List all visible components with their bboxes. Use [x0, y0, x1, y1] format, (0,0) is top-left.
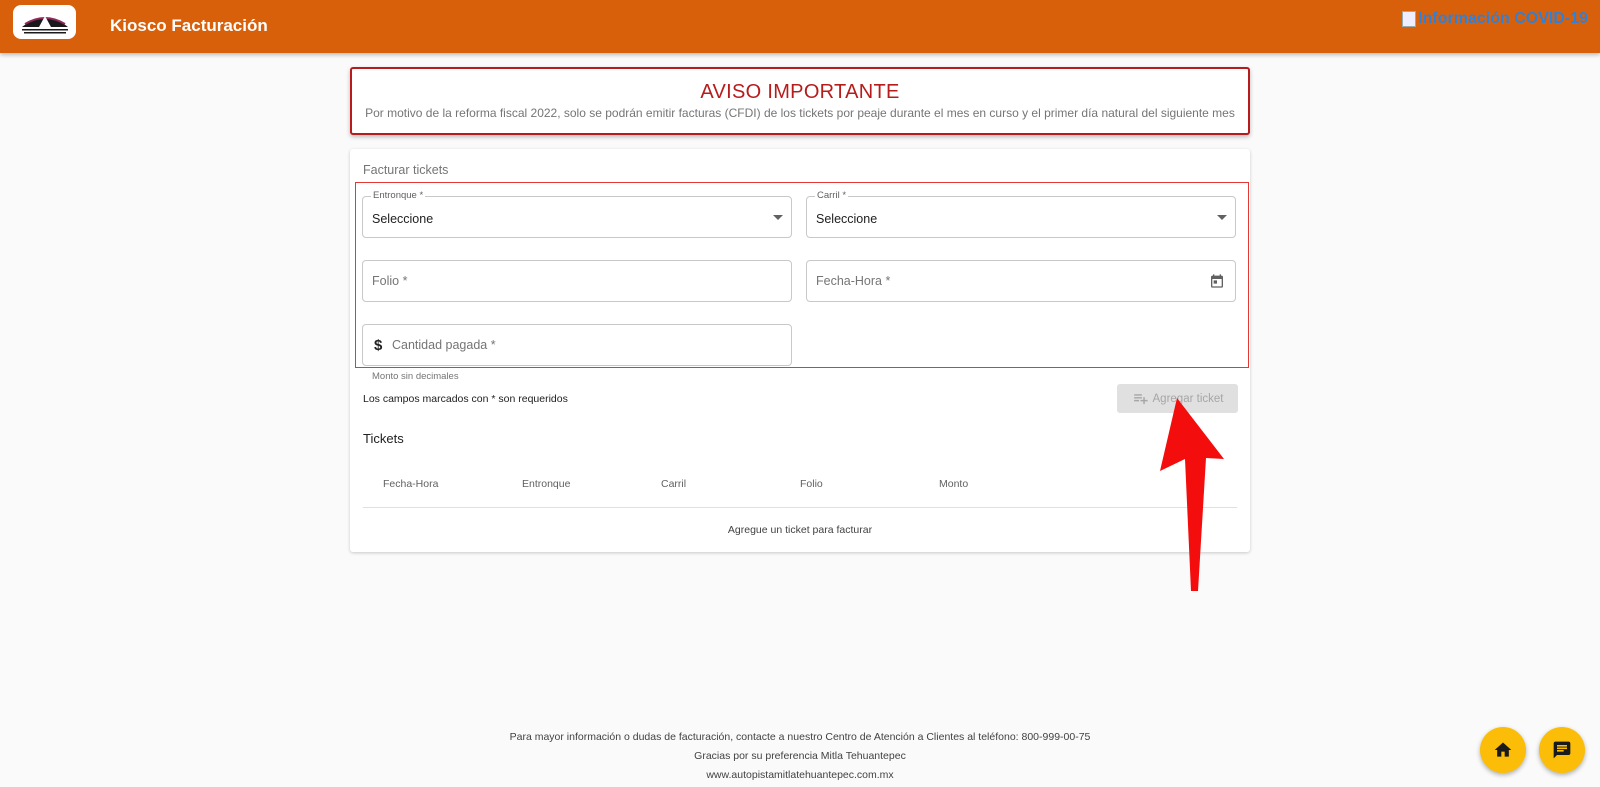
folio-input[interactable]: Folio *: [362, 260, 792, 302]
fecha-hora-placeholder: Fecha-Hora *: [816, 274, 891, 288]
home-icon: [1494, 742, 1512, 757]
card-title: Facturar tickets: [363, 163, 449, 177]
company-logo[interactable]: [13, 5, 76, 39]
covid-info-link[interactable]: Información COVID-19: [1402, 10, 1588, 28]
notice-text: Por motivo de la reforma fiscal 2022, so…: [365, 106, 1235, 120]
column-header-entronque: Entronque: [522, 478, 571, 490]
important-notice: AVISO IMPORTANTE Por motivo de la reform…: [350, 67, 1250, 135]
footer-thanks: Gracias por su preferencia Mitla Tehuant…: [694, 750, 906, 762]
calendar-icon[interactable]: [1209, 273, 1225, 289]
logo-icon: [21, 16, 68, 34]
column-header-folio: Folio: [800, 478, 823, 490]
annotation-arrow-icon: [1160, 398, 1224, 591]
column-header-monto: Monto: [939, 478, 969, 490]
required-note: Los campos marcados con * son requeridos: [363, 393, 568, 405]
folio-placeholder: Folio *: [372, 274, 408, 288]
table-divider: [363, 507, 1237, 508]
entronque-value: Seleccione: [372, 212, 434, 226]
app-bar: Kiosco Facturación Información COVID-19: [0, 0, 1600, 53]
chat-icon: [1553, 741, 1571, 759]
covid-link-text: Información COVID-19: [1418, 10, 1588, 27]
carril-value: Seleccione: [816, 212, 878, 226]
column-header-carril: Carril: [661, 478, 687, 490]
carril-label: Carril *: [815, 190, 849, 201]
entronque-label: Entronque *: [371, 190, 426, 201]
invoice-card: Facturar tickets Entronque * Seleccione …: [350, 149, 1250, 552]
broken-image-icon: [1402, 11, 1417, 27]
empty-table-message: Agregue un ticket para facturar: [727, 524, 873, 536]
notice-title: AVISO IMPORTANTE: [700, 81, 900, 103]
dollar-icon: $: [374, 337, 383, 354]
tickets-title: Tickets: [363, 431, 404, 446]
column-header-fecha-hora: Fecha-Hora: [383, 478, 439, 490]
cantidad-input[interactable]: $ Cantidad pagada *: [362, 324, 792, 366]
amount-hint: Monto sin decimales: [372, 371, 459, 382]
cantidad-placeholder: Cantidad pagada *: [392, 338, 496, 352]
chat-button[interactable]: [1539, 727, 1585, 773]
app-title: Kiosco Facturación: [110, 16, 268, 35]
chevron-down-icon: [1217, 215, 1227, 220]
footer-contact: Para mayor información o dudas de factur…: [509, 731, 1091, 743]
chevron-down-icon: [773, 215, 783, 220]
carril-select[interactable]: Carril * Seleccione: [806, 190, 1236, 238]
fecha-hora-input[interactable]: Fecha-Hora *: [806, 260, 1236, 302]
footer-website[interactable]: www.autopistamitlatehuantepec.com.mx: [0, 769, 1600, 781]
playlist-add-icon: [1133, 394, 1148, 405]
ticket-form-highlight: Entronque * Seleccione Carril * Seleccio…: [355, 182, 1249, 368]
home-button[interactable]: [1480, 727, 1526, 773]
entronque-select[interactable]: Entronque * Seleccione: [362, 190, 792, 238]
